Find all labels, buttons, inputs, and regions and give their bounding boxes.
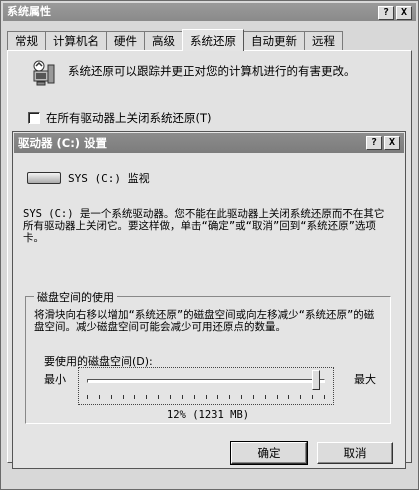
- slider-tick: [217, 395, 219, 399]
- tab-advanced[interactable]: 高级: [144, 31, 183, 51]
- disk-usage-description: 将滑块向右移以增加“系统还原”的磁盘空间或向左移减少“系统还原”的磁盘空间。减少…: [34, 309, 375, 333]
- drive-settings-dialog: 驱动器 (C:) 设置 ? X SYS (C:) 监视 SYS (C:) 是一个…: [12, 131, 406, 469]
- slider-tick: [87, 395, 88, 399]
- slider-tick: [288, 395, 290, 399]
- tab-system-restore[interactable]: 系统还原: [182, 29, 244, 51]
- disk-usage-group-title: 磁盘空间的使用: [34, 289, 117, 305]
- slider-tick: [98, 395, 100, 399]
- slider-tick: [264, 395, 266, 399]
- slider-tick: [110, 395, 112, 399]
- drive-dialog-titlebar: 驱动器 (C:) 设置 ? X: [14, 133, 404, 153]
- slider-track[interactable]: [87, 379, 325, 383]
- window-titlebar: 系统属性 ? X: [3, 3, 416, 21]
- drive-close-button[interactable]: X: [384, 136, 400, 150]
- tab-automatic-updates[interactable]: 自动更新: [243, 31, 305, 51]
- slider-tick: [276, 395, 278, 399]
- help-button[interactable]: ?: [378, 6, 394, 20]
- slider-ticks: [87, 395, 325, 400]
- disable-all-label[interactable]: 在所有驱动器上关闭系统还原(T): [46, 110, 212, 126]
- close-button[interactable]: X: [396, 6, 412, 20]
- slider-tick: [181, 395, 183, 399]
- drive-help-button[interactable]: ?: [366, 136, 382, 150]
- slider-tick: [324, 395, 325, 399]
- hard-drive-icon: [27, 172, 61, 184]
- drive-info-text: SYS (C:) 是一个系统驱动器。您不能在此驱动器上关闭系统还原而不在其它所有…: [23, 208, 385, 244]
- tab-computer-name[interactable]: 计算机名: [45, 31, 107, 51]
- tab-hardware[interactable]: 硬件: [106, 31, 145, 51]
- slider-tick: [134, 395, 136, 399]
- slider-tick: [146, 395, 148, 399]
- cancel-button[interactable]: 取消: [317, 442, 393, 464]
- slider-tick: [300, 395, 302, 399]
- disk-usage-group: 磁盘空间的使用 将滑块向右移以增加“系统还原”的磁盘空间或向左移减少“系统还原”…: [25, 289, 391, 424]
- slider-min-label: 最小: [44, 373, 66, 386]
- disk-usage-value: 12% (1231 MB): [166, 409, 250, 421]
- disk-space-slider[interactable]: [78, 367, 334, 405]
- disable-all-row[interactable]: 在所有驱动器上关闭系统还原(T): [28, 110, 212, 126]
- disable-all-checkbox[interactable]: [28, 112, 40, 124]
- system-restore-icon: [33, 60, 55, 86]
- tab-remote[interactable]: 远程: [304, 31, 343, 51]
- slider-tick: [158, 395, 160, 399]
- drive-dialog-title: 驱动器 (C:) 设置: [18, 136, 108, 150]
- slider-tick: [169, 395, 171, 399]
- drive-label: SYS (C:) 监视: [68, 172, 150, 185]
- slider-tick: [205, 395, 207, 399]
- slider-tick: [252, 395, 254, 399]
- slider-tick: [312, 395, 314, 399]
- slider-thumb[interactable]: [312, 370, 321, 390]
- slider-max-label: 最大: [354, 373, 376, 386]
- tab-strip: 常规 计算机名 硬件 高级 系统还原 自动更新 远程: [7, 29, 343, 51]
- window-title: 系统属性: [7, 5, 51, 18]
- restore-description: 系统还原可以跟踪并更正对您的计算机进行的有害更改。: [68, 64, 356, 78]
- slider-tick: [229, 395, 231, 399]
- tab-general[interactable]: 常规: [7, 31, 46, 51]
- slider-tick: [241, 395, 243, 399]
- ok-button[interactable]: 确定: [230, 441, 308, 465]
- slider-tick: [193, 395, 195, 399]
- slider-tick: [122, 395, 124, 399]
